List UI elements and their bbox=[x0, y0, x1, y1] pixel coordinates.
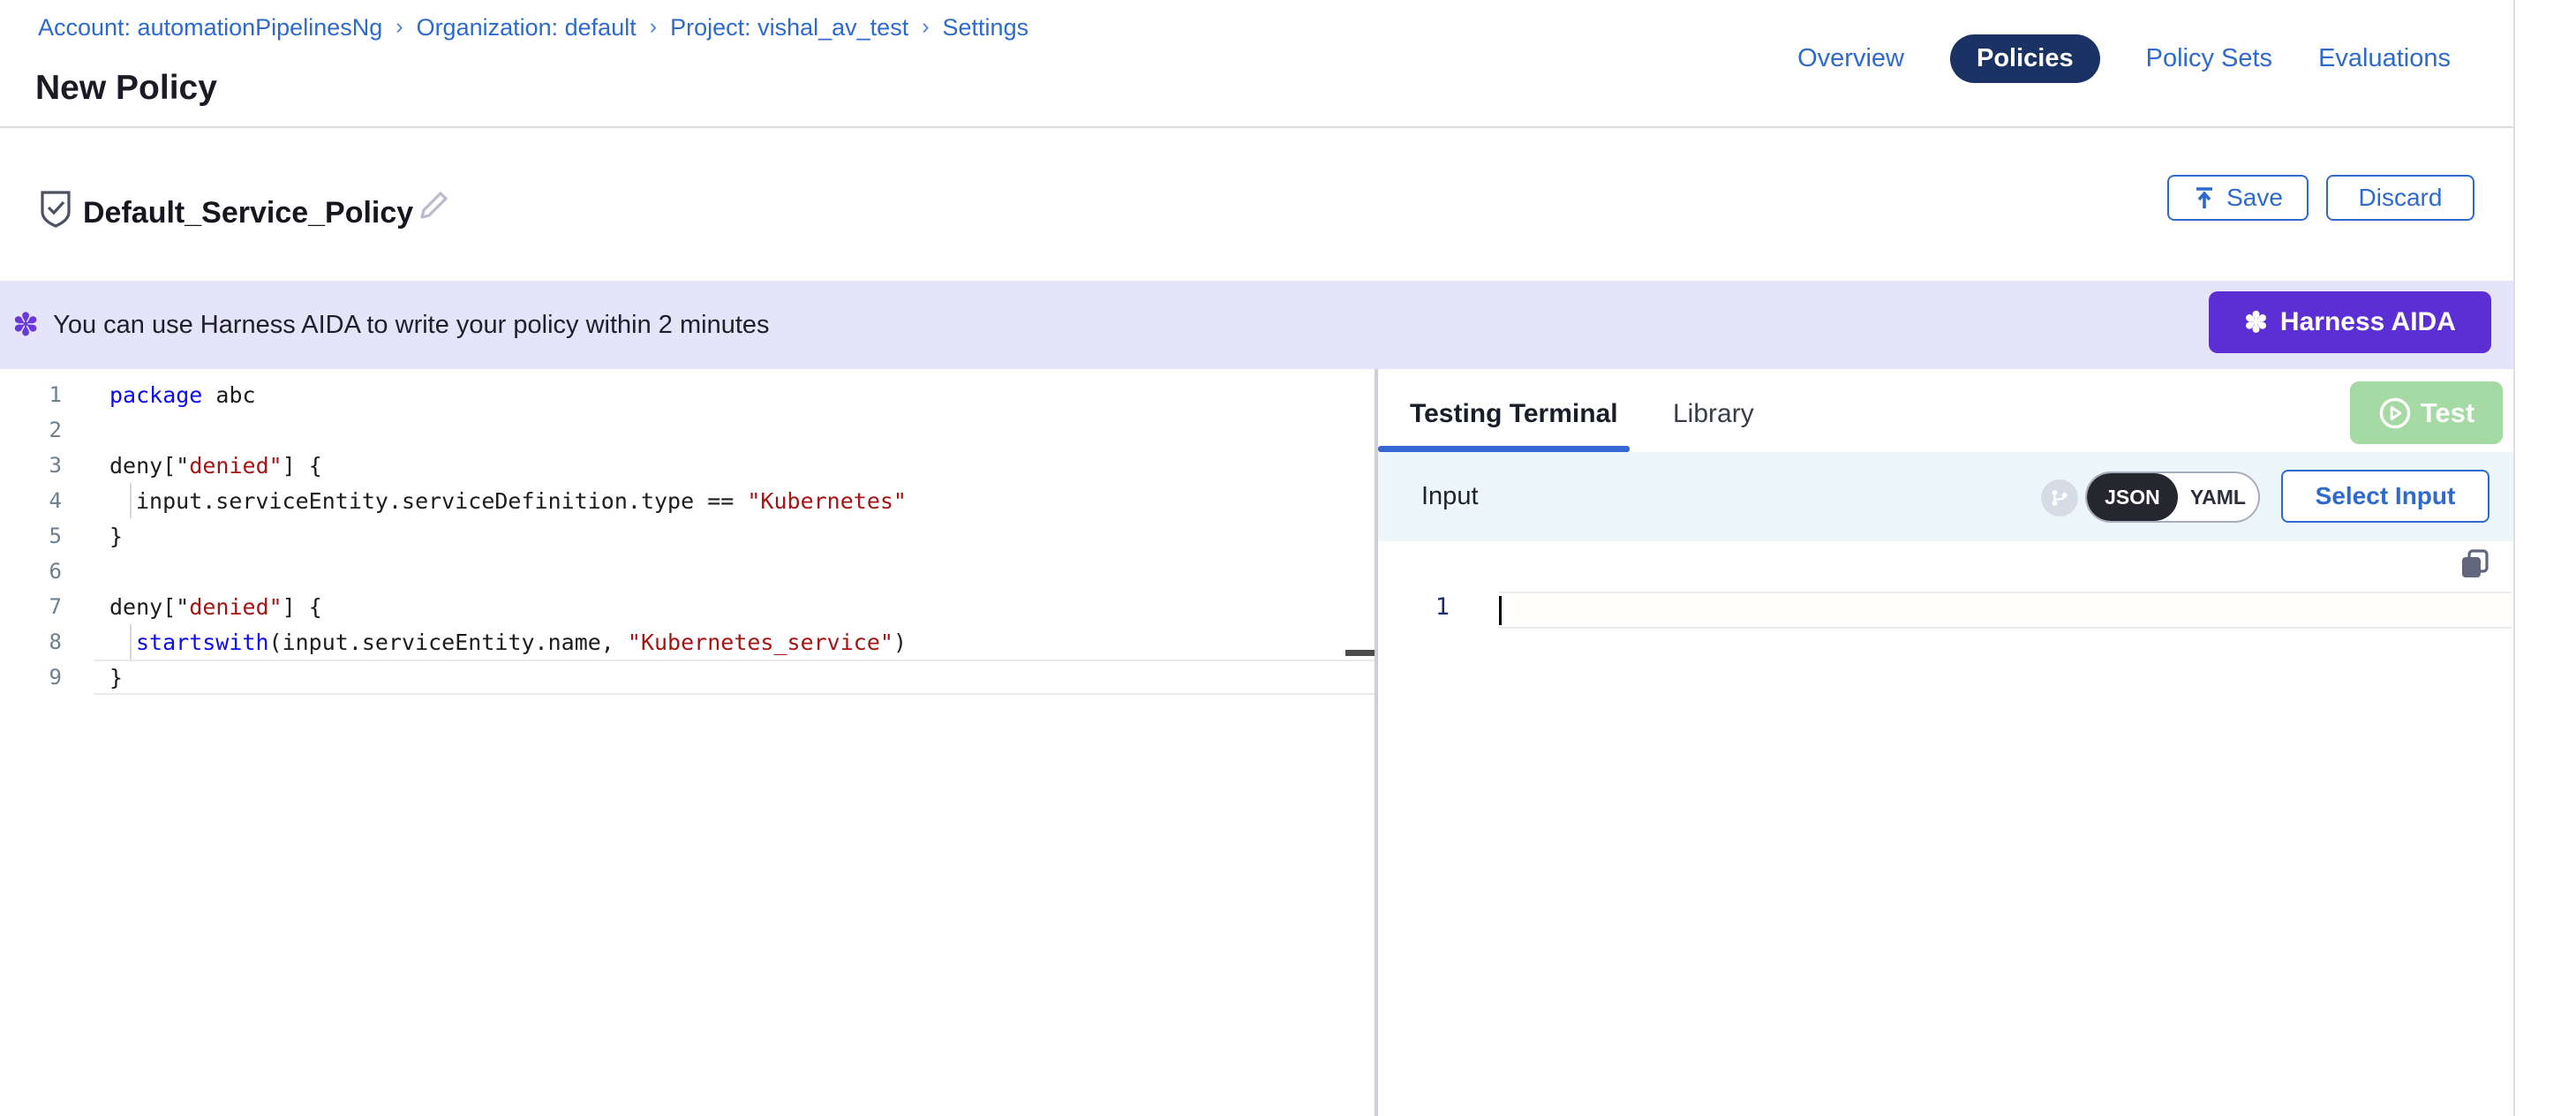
breadcrumb-item[interactable]: Settings bbox=[943, 14, 1029, 41]
code-line[interactable]: 3deny["denied"] { bbox=[0, 448, 1375, 483]
header-tab-policies[interactable]: Policies bbox=[1950, 34, 2100, 83]
code-line-content[interactable]: deny["denied"] { bbox=[94, 448, 1375, 483]
indent-guide bbox=[109, 483, 136, 518]
format-option-json[interactable]: JSON bbox=[2087, 473, 2178, 521]
tab-testing-terminal[interactable]: Testing Terminal bbox=[1410, 399, 1618, 429]
code-line[interactable]: 9} bbox=[0, 660, 1375, 695]
indent-guide bbox=[109, 624, 136, 660]
code-line-content[interactable]: deny["denied"] { bbox=[94, 589, 1375, 624]
aida-banner: ✽ You can use Harness AIDA to write your… bbox=[0, 281, 2513, 369]
test-label: Test bbox=[2421, 397, 2474, 429]
test-button[interactable]: Test bbox=[2350, 381, 2503, 444]
code-line[interactable]: 7deny["denied"] { bbox=[0, 589, 1375, 624]
breadcrumb-separator-icon: › bbox=[395, 14, 403, 40]
line-number: 4 bbox=[0, 488, 94, 513]
tab-library[interactable]: Library bbox=[1673, 399, 1754, 429]
line-number: 3 bbox=[0, 453, 94, 478]
pencil-icon[interactable] bbox=[417, 187, 452, 228]
branch-icon bbox=[2041, 479, 2078, 517]
line-number: 2 bbox=[0, 418, 94, 442]
input-editor-cursor bbox=[1499, 596, 1502, 625]
format-option-yaml[interactable]: YAML bbox=[2178, 473, 2258, 521]
code-line-content[interactable] bbox=[94, 554, 1375, 589]
line-number: 6 bbox=[0, 559, 94, 584]
breadcrumb-item[interactable]: Organization: default bbox=[417, 14, 636, 41]
code-line[interactable]: 4input.serviceEntity.serviceDefinition.t… bbox=[0, 483, 1375, 518]
aida-button-label: Harness AIDA bbox=[2280, 307, 2456, 337]
header-tabs: Overview Policies Policy Sets Evaluations bbox=[1797, 34, 2451, 83]
input-editor-current-line[interactable] bbox=[1498, 592, 2512, 629]
copy-icon[interactable] bbox=[2459, 547, 2491, 581]
line-number: 5 bbox=[0, 524, 94, 548]
line-number: 8 bbox=[0, 630, 94, 654]
select-input-button[interactable]: Select Input bbox=[2281, 470, 2489, 523]
code-line[interactable]: 8startswith(input.serviceEntity.name, "K… bbox=[0, 624, 1375, 660]
breadcrumb-item[interactable]: Account: automationPipelinesNg bbox=[38, 14, 382, 41]
harness-aida-button[interactable]: ✽ Harness AIDA bbox=[2209, 291, 2491, 353]
policy-code-editor[interactable]: 1package abc23deny["denied"] {4input.ser… bbox=[0, 377, 1375, 695]
line-number: 9 bbox=[0, 665, 94, 690]
aida-flower-icon: ✽ bbox=[2244, 308, 2268, 336]
header-tab-overview[interactable]: Overview bbox=[1797, 44, 1904, 73]
breadcrumb-item[interactable]: Project: vishal_av_test bbox=[670, 14, 908, 41]
policy-name: Default_Service_Policy bbox=[83, 196, 413, 230]
header-divider bbox=[0, 126, 2513, 128]
code-line-content[interactable]: } bbox=[94, 660, 1375, 695]
input-editor-line-number: 1 bbox=[1378, 593, 1450, 621]
discard-button[interactable]: Discard bbox=[2326, 175, 2474, 221]
code-line[interactable]: 2 bbox=[0, 412, 1375, 448]
code-line-content[interactable]: } bbox=[94, 518, 1375, 554]
page-right-border bbox=[2513, 0, 2515, 1116]
code-line[interactable]: 1package abc bbox=[0, 377, 1375, 412]
breadcrumb-separator-icon: › bbox=[650, 14, 657, 40]
header-tab-evaluations[interactable]: Evaluations bbox=[2318, 44, 2451, 73]
breadcrumb-separator-icon: › bbox=[922, 14, 929, 40]
input-label: Input bbox=[1421, 482, 1479, 511]
header-tab-policy-sets[interactable]: Policy Sets bbox=[2146, 44, 2272, 73]
code-line-content[interactable] bbox=[94, 412, 1375, 448]
new-policy-page: Account: automationPipelinesNg › Organizat… bbox=[0, 0, 2576, 1116]
save-label: Save bbox=[2226, 184, 2283, 212]
code-line[interactable]: 5} bbox=[0, 518, 1375, 554]
overview-ruler-cursor-mark bbox=[1345, 650, 1375, 656]
aida-flower-icon: ✽ bbox=[12, 309, 39, 341]
code-line-content[interactable]: package abc bbox=[94, 377, 1375, 412]
code-line[interactable]: 6 bbox=[0, 554, 1375, 589]
save-button[interactable]: Save bbox=[2167, 175, 2309, 221]
code-line-content[interactable]: startswith(input.serviceEntity.name, "Ku… bbox=[94, 624, 1375, 660]
line-number: 1 bbox=[0, 382, 94, 407]
code-line-content[interactable]: input.serviceEntity.serviceDefinition.ty… bbox=[94, 483, 1375, 518]
aida-banner-message: You can use Harness AIDA to write your p… bbox=[53, 311, 769, 340]
select-input-label: Select Input bbox=[2316, 482, 2456, 510]
page-title: New Policy bbox=[35, 69, 217, 108]
line-number: 7 bbox=[0, 594, 94, 619]
active-tab-underline bbox=[1378, 446, 1630, 452]
play-circle-icon bbox=[2378, 396, 2412, 430]
upload-icon bbox=[2193, 185, 2216, 210]
discard-label: Discard bbox=[2359, 184, 2443, 212]
format-toggle: JSONYAML bbox=[2085, 471, 2260, 523]
breadcrumb: Account: automationPipelinesNg › Organizat… bbox=[38, 14, 1028, 41]
shield-check-icon bbox=[39, 189, 72, 228]
